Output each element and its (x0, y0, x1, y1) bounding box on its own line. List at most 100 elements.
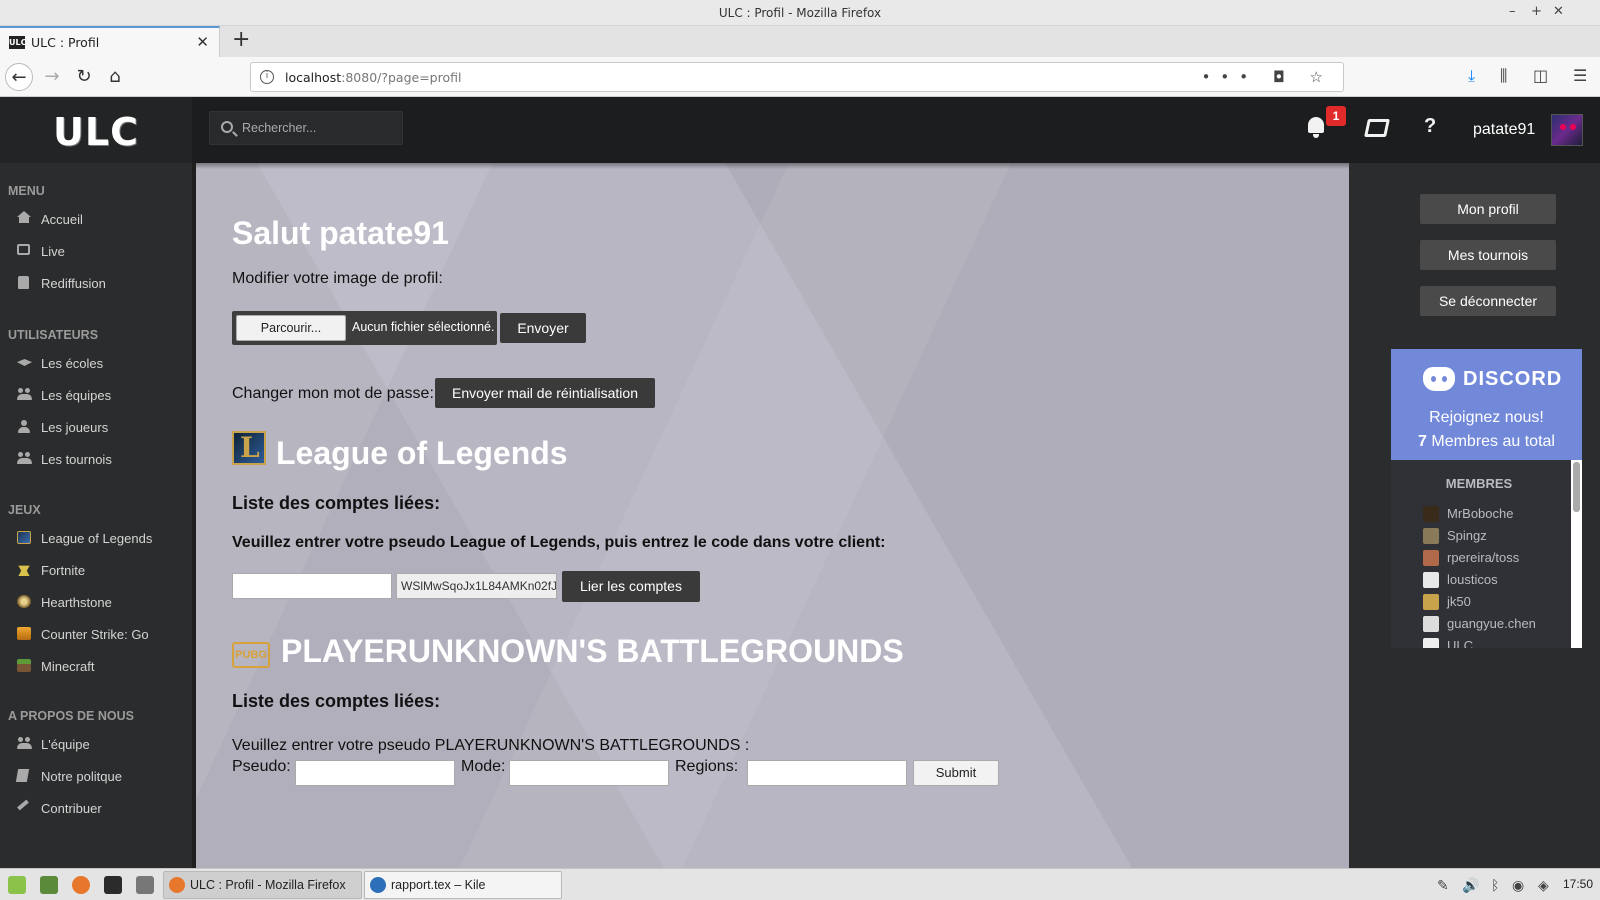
url-bar[interactable]: i localhost:8080/?page=profil ••• ◘ ☆ (250, 62, 1344, 92)
lol-logo-icon (232, 431, 266, 465)
my-tournaments-button[interactable]: Mes tournois (1420, 240, 1556, 270)
pocket-icon[interactable]: ◘ (1273, 68, 1295, 86)
new-tab-icon[interactable]: + (232, 27, 250, 52)
discord-join-link[interactable]: Rejoignez nous! (1391, 409, 1582, 427)
member-name: rpereira/toss (1447, 550, 1520, 565)
sidebar-item-contribuer[interactable]: Contribuer (0, 795, 192, 821)
bluetooth-icon[interactable]: ᛒ (1491, 877, 1499, 893)
lol-linked-accounts-title: Liste des comptes liées: (232, 493, 441, 513)
member-name: Spingz (1447, 528, 1487, 543)
taskbar-item-kile[interactable]: rapport.tex – Kile (364, 871, 562, 899)
network-icon[interactable]: ✎ (1437, 877, 1449, 894)
avatar (1423, 506, 1439, 522)
sidebar-item-rediffusion[interactable]: Rediffusion (0, 270, 192, 296)
notification-bell-icon[interactable] (1306, 115, 1326, 139)
menu-icon[interactable]: ☰ (1573, 66, 1587, 85)
reset-password-button[interactable]: Envoyer mail de réintialisation (435, 378, 655, 408)
sidebar-item-live[interactable]: Live (0, 238, 192, 264)
sidebar: MENU Accueil Live Rediffusion UTILISATEU… (0, 163, 192, 868)
scrollbar-thumb[interactable] (1573, 462, 1580, 512)
logout-button[interactable]: Se déconnecter (1420, 286, 1556, 316)
sidebar-item-fortnite[interactable]: Fortnite (0, 557, 192, 583)
url-host: localhost (285, 70, 342, 85)
pubg-pseudo-input[interactable] (295, 760, 455, 786)
sidebar-item-ecoles[interactable]: Les écoles (0, 350, 192, 376)
mint-menu-icon[interactable] (8, 876, 26, 894)
firefox-launcher-icon[interactable] (72, 876, 90, 894)
url-text[interactable]: localhost:8080/?page=profil (285, 70, 461, 85)
show-desktop-icon[interactable] (40, 876, 58, 894)
members-scrollbar[interactable] (1571, 460, 1582, 648)
firefox-icon (169, 877, 185, 893)
sidebar-item-equipes[interactable]: Les équipes (0, 382, 192, 408)
reload-icon[interactable]: ↻ (70, 63, 98, 91)
upload-button[interactable]: Envoyer (500, 313, 586, 343)
sidebar-item-joueurs[interactable]: Les joueurs (0, 414, 192, 440)
member-count-suffix: Membres au total (1426, 433, 1555, 450)
maximize-icon[interactable]: + (1531, 4, 1542, 19)
members-title: MEMBRES (1445, 476, 1513, 491)
sidebar-item-csgo[interactable]: Counter Strike: Go (0, 621, 192, 647)
shield-icon[interactable]: ◈ (1538, 877, 1549, 894)
taskbar-item-firefox[interactable]: ULC : Profil - Mozilla Firefox (163, 871, 362, 899)
logo-text: ULC (53, 110, 139, 154)
lol-pseudo-input[interactable] (232, 573, 392, 599)
sidebar-item-label: L'équipe (41, 737, 90, 752)
file-input[interactable]: Parcourir... Aucun fichier sélectionné. (232, 311, 497, 345)
sidebar-item-label: Les tournois (41, 452, 112, 467)
sidebar-item-accueil[interactable]: Accueil (0, 206, 192, 232)
pubg-submit-button[interactable]: Submit (913, 760, 999, 786)
trash-icon (18, 276, 29, 289)
link-accounts-button[interactable]: Lier les comptes (562, 571, 700, 602)
forward-icon[interactable]: → (38, 63, 66, 91)
close-tab-icon[interactable]: ✕ (196, 33, 209, 51)
tv-icon (17, 244, 30, 255)
sidebar-item-minecraft[interactable]: Minecraft (0, 653, 192, 679)
pubg-regions-input[interactable] (747, 760, 907, 786)
browse-button[interactable]: Parcourir... (236, 315, 346, 341)
notification-badge: 1 (1326, 106, 1346, 126)
page-actions-icon[interactable]: ••• (1202, 68, 1259, 86)
minimize-icon[interactable]: – (1509, 4, 1516, 19)
username[interactable]: patate91 (1473, 121, 1535, 139)
discord-tray-icon[interactable]: ◉ (1512, 877, 1524, 894)
home-icon[interactable]: ⌂ (101, 63, 129, 91)
back-icon[interactable]: ← (5, 63, 33, 91)
sidebar-item-equipe[interactable]: L'équipe (0, 731, 192, 757)
avatar (1423, 616, 1439, 632)
regions-label: Regions: (675, 758, 739, 775)
close-window-icon[interactable]: ✕ (1553, 4, 1564, 19)
browser-tab[interactable]: ULC ULC : Profil ✕ (0, 26, 220, 57)
avatar (1423, 594, 1439, 610)
downloads-icon[interactable]: ⤓ (1468, 66, 1475, 86)
volume-icon[interactable]: 🔊 (1462, 877, 1479, 894)
bookmark-star-icon[interactable]: ☆ (1310, 68, 1333, 86)
site-info-icon[interactable]: i (260, 70, 274, 84)
terminal-icon[interactable] (104, 876, 122, 894)
sidebar-item-politique[interactable]: Notre politque (0, 763, 192, 789)
site-logo[interactable]: ULC (0, 97, 192, 163)
avatar (1423, 572, 1439, 588)
search-input[interactable] (242, 119, 392, 137)
sidebar-item-lol[interactable]: League of Legends (0, 525, 192, 551)
no-file-label: Aucun fichier sélectionné. (352, 320, 495, 334)
file-manager-icon[interactable] (136, 876, 154, 894)
library-icon[interactable]: ⫼ (1500, 66, 1507, 86)
help-icon[interactable]: ? (1424, 115, 1436, 138)
pubg-mode-input[interactable] (509, 760, 669, 786)
discord-widget: DISCORD Rejoignez nous! 7 Membres au tot… (1391, 349, 1582, 460)
mode-label: Mode: (461, 758, 506, 775)
book-icon[interactable] (1364, 119, 1390, 137)
ulc-favicon-icon: ULC (9, 36, 27, 49)
book-icon (15, 769, 30, 782)
sidebar-item-hearthstone[interactable]: Hearthstone (0, 589, 192, 615)
sidebar-item-label: Minecraft (41, 659, 95, 674)
avatar (1423, 550, 1439, 566)
clock: 17:50 (1563, 877, 1594, 891)
my-profile-button[interactable]: Mon profil (1420, 194, 1556, 224)
sidebar-toggle-icon[interactable]: ◫ (1533, 66, 1548, 85)
sidebar-item-tournois[interactable]: Les tournois (0, 446, 192, 472)
lol-icon (17, 531, 31, 544)
taskbar: ULC : Profil - Mozilla Firefox rapport.t… (0, 868, 1600, 900)
avatar[interactable] (1551, 114, 1583, 146)
